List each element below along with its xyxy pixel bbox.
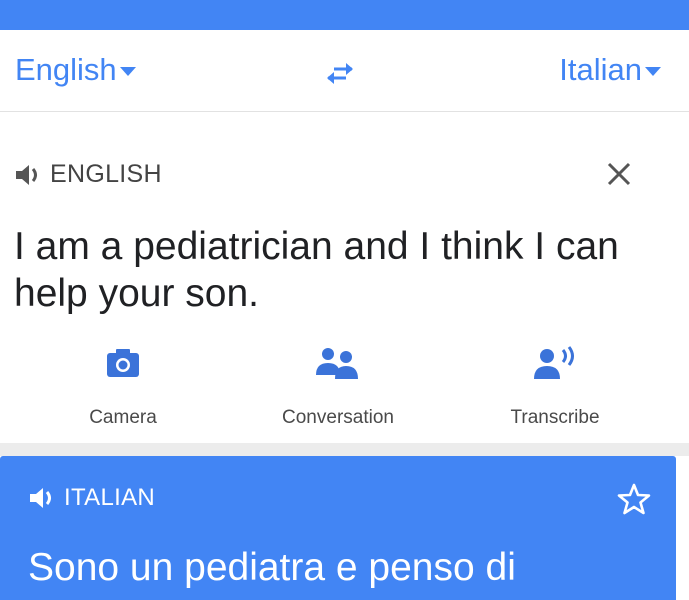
app-header (0, 0, 689, 30)
transcribe-icon (534, 346, 574, 379)
source-text[interactable]: I am a pediatrician and I think I can he… (14, 223, 679, 317)
camera-button[interactable]: Camera (43, 341, 203, 429)
target-language-heading: ITALIAN (64, 484, 156, 511)
source-language-label: English (15, 52, 117, 87)
translation-text: Sono un pediatra e penso di (28, 546, 516, 589)
swap-arrows-icon[interactable] (322, 58, 358, 88)
conversation-button[interactable]: Conversation (258, 341, 418, 429)
target-language-label: Italian (559, 52, 642, 87)
dropdown-caret-icon (645, 66, 661, 76)
translation-header: ITALIAN (28, 484, 155, 512)
star-outline-icon[interactable] (617, 482, 651, 516)
camera-icon (107, 349, 139, 377)
source-header: ENGLISH (14, 160, 162, 189)
transcribe-label: Transcribe (510, 407, 600, 428)
dropdown-caret-icon (119, 66, 136, 76)
translation-card[interactable]: ITALIAN Sono un pediatra e penso di (0, 456, 676, 600)
close-icon[interactable] (604, 159, 634, 189)
section-divider (0, 443, 689, 456)
language-bar: English Italian (0, 30, 689, 112)
source-language-selector[interactable]: English (15, 52, 136, 88)
volume-icon[interactable] (28, 486, 58, 510)
conversation-icon (316, 348, 358, 379)
target-language-selector[interactable]: Italian (559, 52, 661, 88)
conversation-label: Conversation (282, 407, 394, 428)
transcribe-button[interactable]: Transcribe (475, 341, 635, 429)
input-actions: Camera Conversation Transcribe (0, 341, 689, 431)
camera-label: Camera (89, 407, 157, 428)
volume-icon[interactable] (14, 163, 44, 187)
source-language-heading: ENGLISH (50, 160, 162, 188)
source-panel: ENGLISH I am a pediatrician and I think … (0, 113, 689, 443)
